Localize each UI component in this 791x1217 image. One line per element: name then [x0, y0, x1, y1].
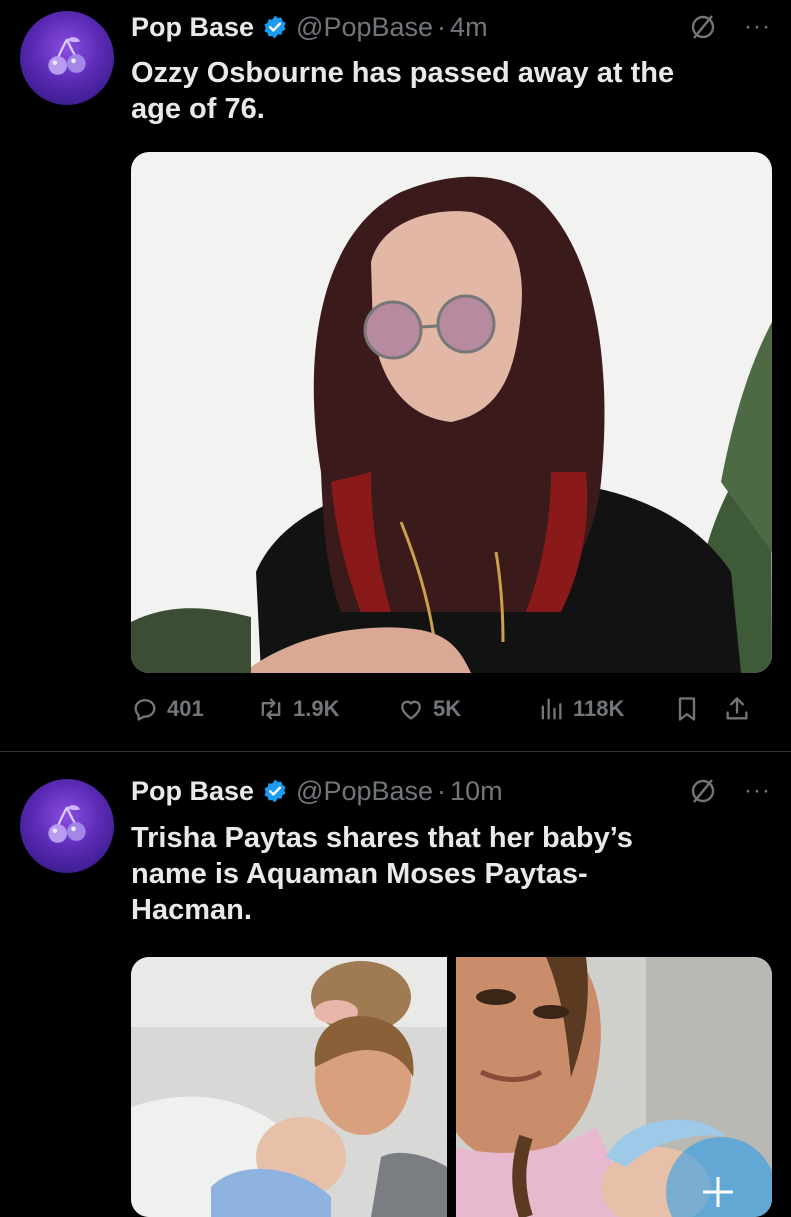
more-icon[interactable]: ···	[744, 15, 771, 39]
display-name[interactable]: Pop Base	[131, 12, 254, 43]
avatar[interactable]	[20, 779, 114, 873]
like-button[interactable]: 5K	[397, 695, 537, 723]
tweet-photos	[131, 957, 772, 1217]
like-count: 5K	[433, 696, 462, 721]
handle[interactable]: @PopBase	[296, 776, 433, 807]
grok-icon[interactable]	[688, 776, 718, 806]
views-icon	[541, 698, 562, 720]
photo-right[interactable]	[455, 957, 772, 1217]
photo-left[interactable]	[131, 957, 448, 1217]
separator-dot: ·	[437, 11, 447, 42]
tweet-ozzy[interactable]: Pop Base @PopBase · 4m ··· Ozzy Osbourne…	[0, 0, 791, 752]
tweet-header: Pop Base @PopBase · 4m ···	[131, 10, 771, 44]
handle[interactable]: @PopBase	[296, 12, 433, 43]
tweet-trisha[interactable]: Pop Base @PopBase · 10m ··· Trisha Payta…	[0, 752, 791, 1217]
repost-count: 1.9K	[293, 696, 340, 721]
more-icon[interactable]: ···	[744, 779, 771, 803]
tweet-header: Pop Base @PopBase · 10m ···	[131, 774, 771, 808]
tweet-text: Ozzy Osbourne has passed away at the age…	[131, 57, 675, 125]
avatar[interactable]	[20, 11, 114, 105]
cherry-avatar-icon	[48, 37, 86, 75]
action-bar: 401 1.9K 5K 118K	[131, 690, 771, 728]
like-icon	[401, 700, 421, 720]
display-name[interactable]: Pop Base	[131, 776, 254, 807]
bookmark-icon[interactable]	[673, 695, 701, 723]
share-icon[interactable]	[723, 695, 751, 723]
timestamp[interactable]: 10m	[450, 776, 503, 807]
cherry-avatar-icon	[48, 805, 86, 843]
reply-count: 401	[167, 696, 204, 721]
mother-baby-photo-1	[131, 957, 447, 1217]
repost-button[interactable]: 1.9K	[257, 695, 397, 723]
separator-dot: ·	[437, 775, 447, 806]
mother-baby-photo-2	[455, 957, 772, 1217]
timestamp[interactable]: 4m	[450, 12, 488, 43]
views-button[interactable]: 118K	[537, 695, 673, 723]
verified-badge-icon	[264, 15, 286, 39]
repost-icon	[261, 698, 281, 720]
grok-icon[interactable]	[688, 12, 718, 42]
reply-button[interactable]: 401	[131, 695, 257, 723]
tweet-photo[interactable]	[131, 152, 772, 673]
verified-badge-icon	[264, 779, 286, 803]
views-count: 118K	[573, 696, 625, 721]
tweet-text: Trisha Paytas shares that her baby’s nam…	[131, 822, 633, 926]
reply-icon	[134, 699, 156, 721]
portrait-photo	[131, 152, 772, 673]
